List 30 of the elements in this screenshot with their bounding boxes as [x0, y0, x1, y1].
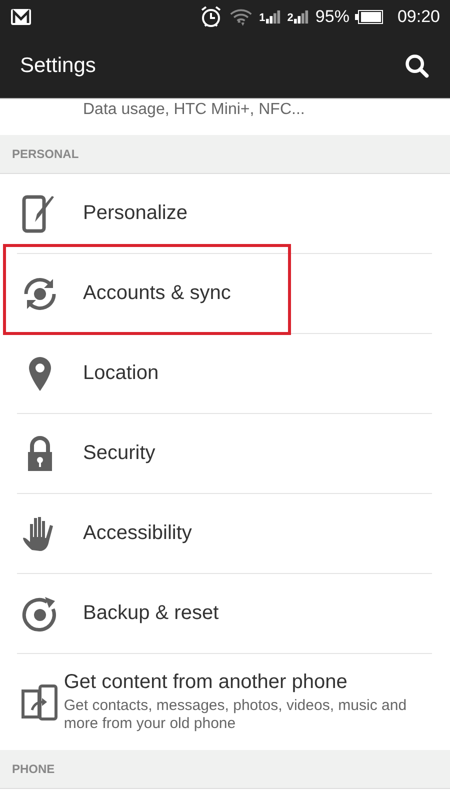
settings-item[interactable]: Personalize	[17, 174, 432, 254]
setting-summary: Get contacts, messages, photos, videos, music and more from your old phone	[64, 697, 408, 733]
settings-item[interactable]: Accounts & sync	[17, 254, 432, 334]
signal-icon	[294, 10, 310, 24]
phone-transfer-icon	[20, 682, 60, 722]
setting-summary: Data usage, HTC Mini+, NFC...	[83, 101, 305, 119]
setting-title: Backup & reset	[83, 602, 219, 625]
setting-title: Personalize	[83, 202, 188, 225]
settings-item[interactable]: Get content from another phone Get contacts, messages, photos, videos, music and more from your old phone	[17, 654, 432, 750]
mail-icon	[10, 8, 32, 26]
section-header: PERSONAL	[0, 135, 450, 174]
settings-item[interactable]: Accessibility	[17, 494, 432, 574]
setting-title: Get content from another phone	[64, 671, 348, 694]
setting-title: Location	[83, 362, 159, 385]
sim-number: 2	[287, 12, 294, 24]
settings-item[interactable]: Security	[17, 414, 432, 494]
settings-item[interactable]: Location	[17, 334, 432, 414]
screen-title: Settings	[20, 54, 96, 78]
setting-title: Accessibility	[83, 522, 192, 545]
alarm-clock-icon	[199, 4, 224, 28]
search-icon[interactable]	[404, 52, 430, 78]
clock-time: 09:20	[397, 6, 440, 26]
setting-title: Accounts & sync	[83, 282, 231, 305]
section-header: PHONE	[0, 750, 450, 789]
battery-percent: 95%	[315, 6, 350, 26]
signal-icon	[266, 10, 282, 24]
settings-item[interactable]: Backup & reset	[17, 574, 432, 654]
battery-icon	[355, 10, 384, 24]
sim-number: 1	[259, 12, 266, 24]
setting-title: Security	[83, 442, 156, 465]
